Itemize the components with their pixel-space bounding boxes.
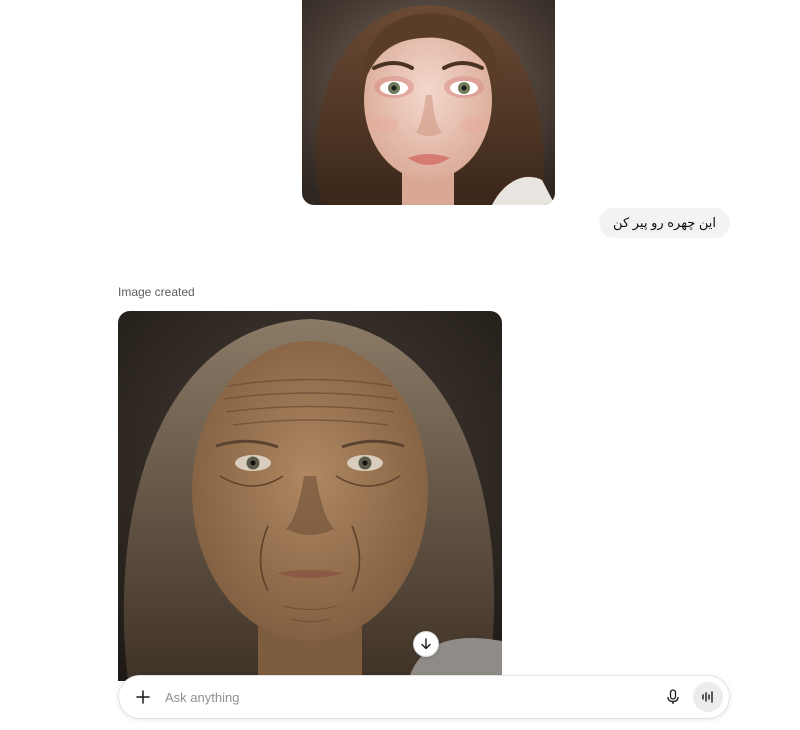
prompt-input[interactable] xyxy=(161,689,659,705)
user-message-text: این چهره رو پیر کن xyxy=(613,215,716,230)
arrow-down-icon xyxy=(421,638,431,650)
generated-image[interactable] xyxy=(118,311,502,681)
image-created-label: Image created xyxy=(118,285,195,299)
composer xyxy=(118,675,730,719)
user-uploaded-image[interactable] xyxy=(302,0,555,205)
voice-mode-button[interactable] xyxy=(693,682,723,712)
aged-woman-portrait xyxy=(118,311,502,681)
chat-page: این چهره رو پیر کن Image created xyxy=(0,0,800,730)
voice-waveform-icon xyxy=(702,691,713,703)
dictate-button[interactable] xyxy=(659,683,687,711)
add-attachment-button[interactable] xyxy=(125,679,161,715)
scroll-down-button[interactable] xyxy=(413,631,439,657)
microphone-icon xyxy=(667,689,679,704)
plus-icon xyxy=(136,690,150,704)
young-woman-portrait xyxy=(302,0,555,205)
user-message-bubble: این چهره رو پیر کن xyxy=(599,208,730,238)
